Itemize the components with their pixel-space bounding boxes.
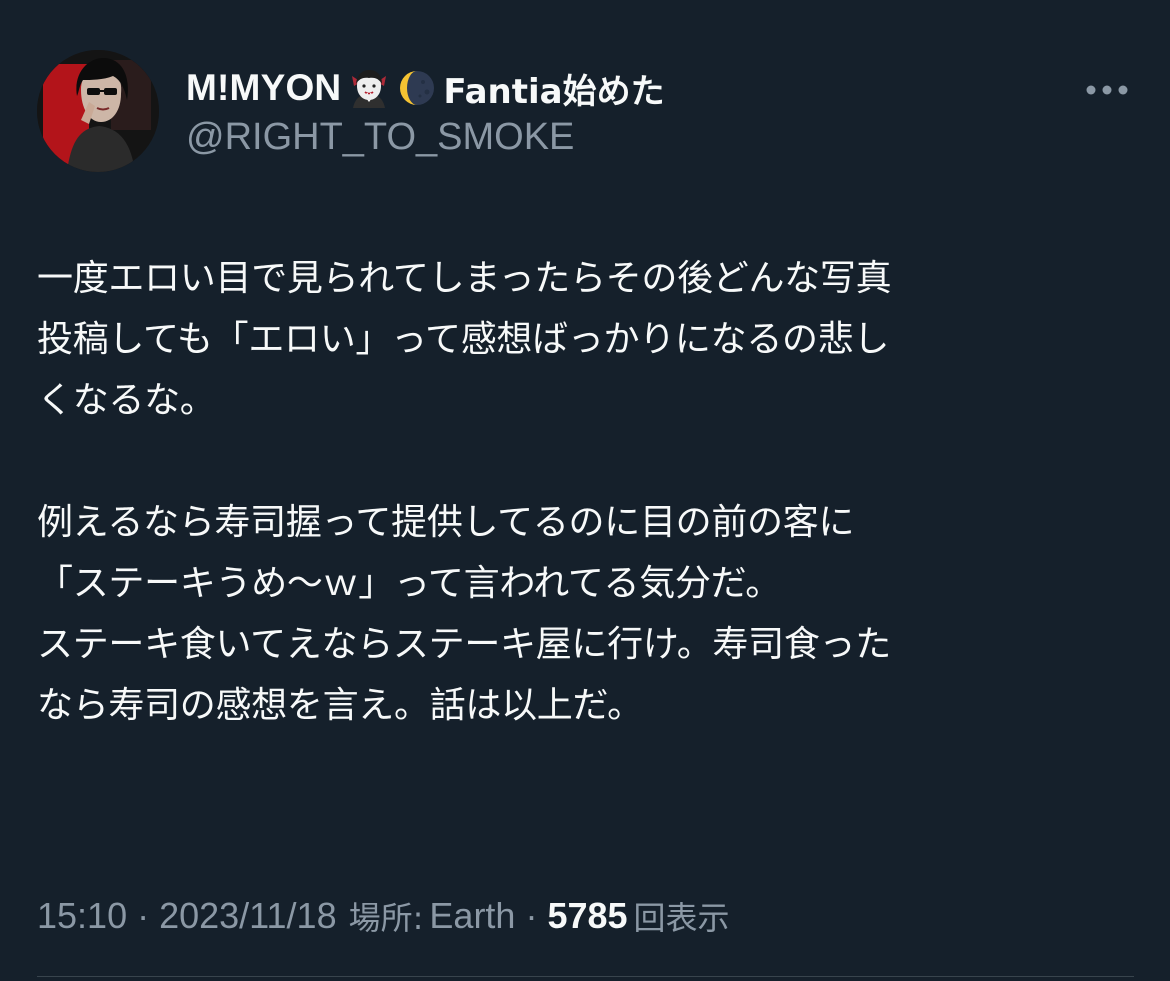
view-count-label[interactable]: 回表示 bbox=[634, 893, 730, 939]
location-label: 場所: bbox=[348, 899, 424, 937]
vampire-emoji-icon bbox=[349, 68, 389, 108]
tweet-date[interactable]: 2023/11/18 bbox=[159, 895, 337, 937]
tweet-text-line: くなるな。 bbox=[37, 380, 216, 421]
avatar-image bbox=[37, 50, 159, 172]
tweet-location: Earth bbox=[429, 895, 516, 936]
tweet-time[interactable]: 15:10 bbox=[37, 895, 127, 937]
author-display-name-suffix[interactable]: Fantia始めた bbox=[443, 64, 664, 113]
view-count[interactable]: 5785 bbox=[547, 895, 627, 937]
meta-separator: · bbox=[137, 895, 150, 936]
author-name-row[interactable]: M!MYON Fantia始めた bbox=[186, 62, 665, 114]
avatar[interactable] bbox=[37, 50, 159, 172]
author-display-name[interactable]: M!MYON bbox=[186, 67, 341, 109]
tweet-text: 一度エロい目で見られてしまったらその後どんな写真 投稿しても「エロい」って感想ば… bbox=[37, 248, 1137, 736]
crescent-moon-emoji-icon bbox=[397, 68, 437, 108]
tweet: M!MYON Fantia始めた @RIGHT_TO_SMOKE 一度エロい目で… bbox=[0, 0, 1170, 981]
tweet-text-line: ステーキ食いてえならステーキ屋に行け。寿司食った bbox=[37, 624, 891, 665]
tweet-text-line: 「ステーキうめ〜ｗ」って言われてる気分だ。 bbox=[37, 563, 781, 604]
tweet-text-line: 例えるなら寿司握って提供してるのに目の前の客に bbox=[37, 502, 855, 543]
tweet-metadata: 15:10 · 2023/11/18 場所: Earth · 5785 回表示 bbox=[37, 890, 730, 942]
tweet-text-line: 一度エロい目で見られてしまったらその後どんな写真 bbox=[37, 258, 892, 299]
tweet-text-line: 投稿しても「エロい」って感想ばっかりになるの悲し bbox=[37, 319, 890, 360]
tweet-text-line: なら寿司の感想を言え。話は以上だ。 bbox=[37, 685, 643, 726]
more-options-button[interactable] bbox=[1080, 70, 1134, 110]
more-horizontal-icon bbox=[1086, 85, 1128, 95]
meta-separator: · bbox=[525, 895, 538, 936]
divider bbox=[37, 976, 1134, 977]
author-handle[interactable]: @RIGHT_TO_SMOKE bbox=[186, 116, 574, 159]
